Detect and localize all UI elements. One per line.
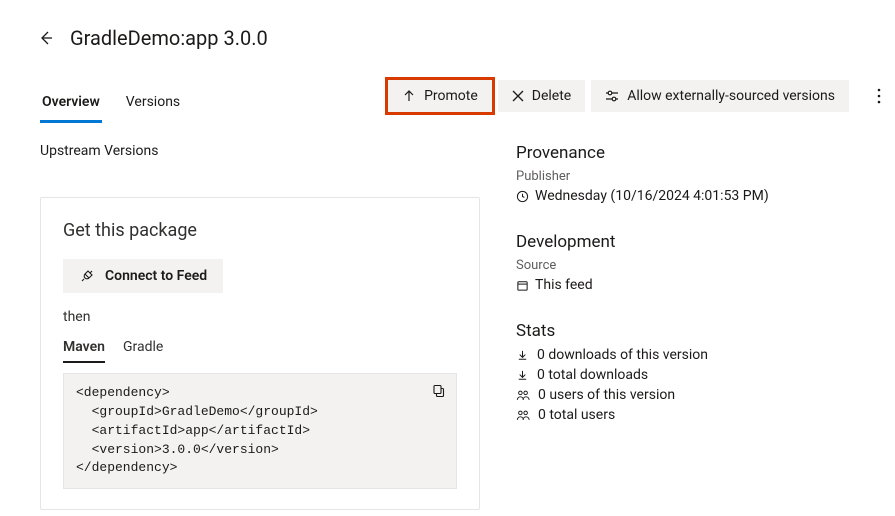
arrow-left-icon xyxy=(38,30,54,46)
page-title: GradleDemo:app 3.0.0 xyxy=(70,26,268,50)
connect-to-feed-button[interactable]: Connect to Feed xyxy=(63,259,223,293)
download-icon xyxy=(516,369,529,382)
published-timestamp: Wednesday (10/16/2024 4:01:53 PM) xyxy=(535,188,769,204)
upstream-versions-heading: Upstream Versions xyxy=(40,143,480,159)
stat-users-version: 0 users of this version xyxy=(538,387,675,403)
code-tabs: Maven Gradle xyxy=(63,339,457,363)
delete-button[interactable]: Delete xyxy=(498,80,585,112)
stat-downloads-version: 0 downloads of this version xyxy=(537,347,708,363)
source-label: Source xyxy=(516,258,895,273)
dependency-snippet: <dependency> <groupId>GradleDemo</groupI… xyxy=(63,373,457,489)
sliders-icon xyxy=(605,89,619,103)
stat-users-total: 0 total users xyxy=(538,407,615,423)
provenance-title: Provenance xyxy=(516,143,895,163)
tab-overview[interactable]: Overview xyxy=(40,88,102,123)
delete-label: Delete xyxy=(532,88,571,104)
allow-external-label: Allow externally-sourced versions xyxy=(627,88,835,104)
then-label: then xyxy=(63,309,457,325)
promote-button[interactable]: Promote xyxy=(388,80,492,112)
source-value: This feed xyxy=(535,277,593,293)
tab-versions[interactable]: Versions xyxy=(124,88,182,123)
clock-icon xyxy=(516,190,529,203)
promote-label: Promote xyxy=(424,88,478,104)
snippet-text: <dependency> <groupId>GradleDemo</groupI… xyxy=(76,385,318,475)
get-package-title: Get this package xyxy=(63,220,457,241)
development-title: Development xyxy=(516,232,895,252)
publisher-label: Publisher xyxy=(516,169,895,184)
code-tab-gradle[interactable]: Gradle xyxy=(123,339,163,363)
more-vertical-icon xyxy=(877,88,881,104)
stats-title: Stats xyxy=(516,321,895,341)
plug-icon xyxy=(79,268,95,284)
back-button[interactable] xyxy=(32,24,60,52)
more-actions-button[interactable] xyxy=(863,80,895,112)
feed-icon xyxy=(516,279,529,292)
connect-label: Connect to Feed xyxy=(105,268,207,284)
download-icon xyxy=(516,349,529,362)
users-icon xyxy=(516,389,530,402)
close-icon xyxy=(512,90,524,102)
copy-icon xyxy=(432,384,446,398)
development-section: Development Source This feed xyxy=(516,232,895,293)
provenance-section: Provenance Publisher Wednesday (10/16/20… xyxy=(516,143,895,204)
stat-downloads-total: 0 total downloads xyxy=(537,367,648,383)
code-tab-maven[interactable]: Maven xyxy=(63,339,105,363)
arrow-up-icon xyxy=(402,89,416,103)
allow-external-button[interactable]: Allow externally-sourced versions xyxy=(591,80,849,112)
users-icon xyxy=(516,409,530,422)
get-package-card: Get this package Connect to Feed then Ma… xyxy=(40,197,480,510)
stats-section: Stats 0 downloads of this version 0 tota… xyxy=(516,321,895,423)
main-tabs: Overview Versions xyxy=(40,88,182,123)
copy-snippet-button[interactable] xyxy=(428,380,450,402)
